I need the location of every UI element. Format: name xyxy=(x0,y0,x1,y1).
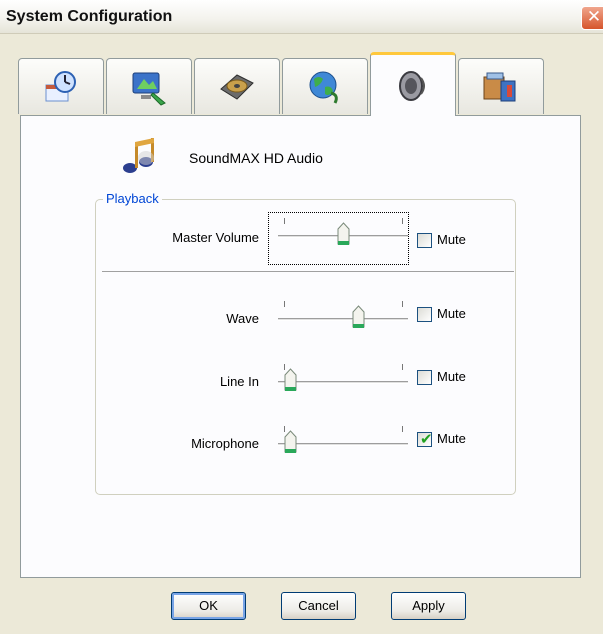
display-icon xyxy=(132,72,166,106)
hard-drive-icon xyxy=(220,73,254,100)
playback-group-label: Playback xyxy=(103,191,162,206)
title-bar: System Configuration ✕ xyxy=(0,0,603,34)
master-volume-label: Master Volume xyxy=(172,230,259,245)
line-in-mute-label: Mute xyxy=(437,369,466,384)
tab-system[interactable] xyxy=(458,58,544,114)
cancel-button[interactable]: Cancel xyxy=(281,592,356,620)
line-in-volume-slider[interactable] xyxy=(278,362,408,402)
speaker-icon xyxy=(399,70,425,101)
wave-mute-label: Mute xyxy=(437,306,466,321)
apply-button[interactable]: Apply xyxy=(391,592,466,620)
wave-label: Wave xyxy=(226,311,259,326)
device-name: SoundMAX HD Audio xyxy=(189,150,323,166)
tab-storage[interactable] xyxy=(194,58,280,114)
tab-audio[interactable] xyxy=(370,52,456,116)
system-info-icon xyxy=(483,72,516,101)
audio-settings-panel: SoundMAX HD Audio Playback Master Volume… xyxy=(20,115,581,578)
wave-volume-slider[interactable] xyxy=(278,299,408,339)
tab-display[interactable] xyxy=(106,58,192,114)
checkmark-icon: ✔ xyxy=(420,431,433,448)
slider-thumb[interactable] xyxy=(284,368,297,392)
tab-time[interactable] xyxy=(18,58,104,114)
slider-thumb[interactable] xyxy=(352,305,365,329)
slider-thumb[interactable] xyxy=(284,430,297,454)
slider-thumb[interactable] xyxy=(337,222,350,246)
master-volume-slider[interactable] xyxy=(278,216,408,256)
master-mute-label: Mute xyxy=(437,232,466,247)
line-in-label: Line In xyxy=(219,374,259,389)
close-button[interactable]: ✕ xyxy=(581,6,603,30)
tab-network[interactable] xyxy=(282,58,368,114)
microphone-mute-label: Mute xyxy=(437,431,466,446)
network-globe-icon xyxy=(309,71,338,104)
microphone-label: Microphone xyxy=(191,436,259,451)
playback-group: Playback Master Volume Mute Wave Mute Li… xyxy=(95,191,516,495)
music-notes-icon xyxy=(123,138,154,173)
clock-calendar-icon xyxy=(45,70,76,101)
tab-strip xyxy=(18,50,578,116)
divider xyxy=(102,271,514,272)
window-title: System Configuration xyxy=(6,8,173,25)
close-icon: ✕ xyxy=(586,7,602,26)
ok-button[interactable]: OK xyxy=(171,592,246,620)
microphone-volume-slider[interactable] xyxy=(278,424,408,464)
